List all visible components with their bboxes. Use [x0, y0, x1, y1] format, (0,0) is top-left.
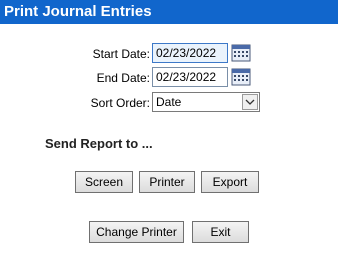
- printer-button[interactable]: Printer: [139, 171, 195, 193]
- calendar-icon: [231, 44, 251, 62]
- start-date-calendar-button[interactable]: [231, 43, 251, 63]
- end-date-field[interactable]: 02/23/2022: [152, 67, 228, 87]
- calendar-icon: [231, 68, 251, 86]
- end-date-calendar-button[interactable]: [231, 67, 251, 87]
- sort-order-label: Sort Order:: [90, 96, 150, 110]
- title-bar: Print Journal Entries: [0, 0, 338, 24]
- sort-order-select[interactable]: Date: [152, 92, 260, 112]
- end-date-label: End Date:: [96, 71, 150, 85]
- send-report-heading: Send Report to ...: [45, 136, 153, 151]
- window-title: Print Journal Entries: [4, 3, 152, 20]
- chevron-down-icon: [245, 99, 255, 105]
- sort-order-value: Date: [156, 95, 182, 109]
- export-button[interactable]: Export: [201, 171, 259, 193]
- change-printer-button[interactable]: Change Printer: [89, 221, 184, 243]
- screen-button[interactable]: Screen: [75, 171, 133, 193]
- sort-order-dropdown-button[interactable]: [242, 94, 258, 110]
- start-date-field[interactable]: 02/23/2022: [152, 43, 228, 63]
- start-date-label: Start Date:: [92, 47, 150, 61]
- exit-button[interactable]: Exit: [192, 221, 249, 243]
